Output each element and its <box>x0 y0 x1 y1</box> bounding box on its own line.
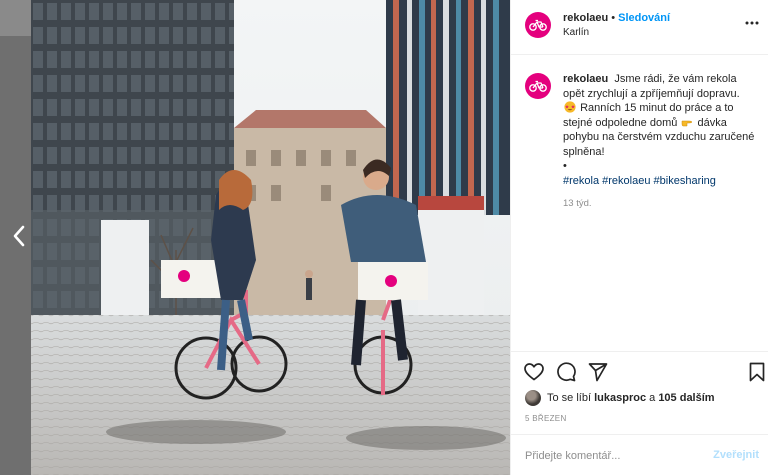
hashtag-link[interactable]: #rekolaeu <box>602 175 650 187</box>
liker-username[interactable]: lukasproc <box>594 392 646 404</box>
post-comment-button[interactable]: Zveřejnit <box>713 449 759 461</box>
likes-others-link[interactable]: 105 dalším <box>658 392 714 404</box>
location-link[interactable]: Karlín <box>563 27 670 38</box>
caption-area: rekolaeu Jsme rádi, že vám rekola opět z… <box>511 56 768 351</box>
hashtag-list: #rekola #rekolaeu #bikesharing <box>563 175 716 187</box>
heart-icon[interactable] <box>523 361 545 383</box>
backhand-pointing-right-emoji <box>681 116 693 128</box>
post-date: 5 březen <box>525 414 567 423</box>
hashtag-link[interactable]: #rekola <box>563 175 599 187</box>
post-caption: rekolaeu Jsme rádi, že vám rekola opět z… <box>563 72 759 212</box>
instagram-post-modal: rekolaeu • Sledování Karlín rekolaeu Jsm… <box>0 0 768 475</box>
separator-dot: • <box>611 12 616 24</box>
caption-bullet: • <box>563 160 567 172</box>
likes-prefix: To se líbí <box>547 392 592 404</box>
bookmark-icon[interactable] <box>746 361 768 383</box>
chevron-left-icon[interactable] <box>10 224 28 248</box>
header-line: rekolaeu • Sledování <box>563 12 670 24</box>
action-bar: To se líbí lukasproc a 105 dalším 5 břez… <box>511 351 768 475</box>
comment-icon[interactable] <box>555 361 577 383</box>
hashtag-link[interactable]: #bikesharing <box>654 175 716 187</box>
bicycle-logo-icon[interactable] <box>525 73 551 99</box>
post-photo[interactable] <box>31 0 510 475</box>
bicycle-logo-icon[interactable] <box>525 12 551 38</box>
comment-form: Zveřejnit <box>511 434 768 475</box>
paper-plane-icon[interactable] <box>587 361 609 383</box>
star-struck-emoji <box>564 101 576 113</box>
avatar[interactable] <box>525 390 541 406</box>
comment-input[interactable] <box>525 446 710 466</box>
follow-button[interactable]: Sledování <box>618 12 670 24</box>
header-text: rekolaeu • Sledování Karlín <box>563 12 670 38</box>
likes-joiner: a <box>649 392 656 404</box>
caption-username[interactable]: rekolaeu <box>563 73 608 85</box>
post-age[interactable]: 13 týd. <box>563 197 759 212</box>
more-horizontal-icon[interactable] <box>743 14 761 32</box>
post-header: rekolaeu • Sledování Karlín <box>511 0 768 55</box>
post-side-panel: rekolaeu • Sledování Karlín rekolaeu Jsm… <box>510 0 768 475</box>
likes-summary: To se líbí lukasproc a 105 dalším <box>525 390 715 406</box>
username-link[interactable]: rekolaeu <box>563 12 608 24</box>
backdrop-topbar <box>0 0 31 36</box>
